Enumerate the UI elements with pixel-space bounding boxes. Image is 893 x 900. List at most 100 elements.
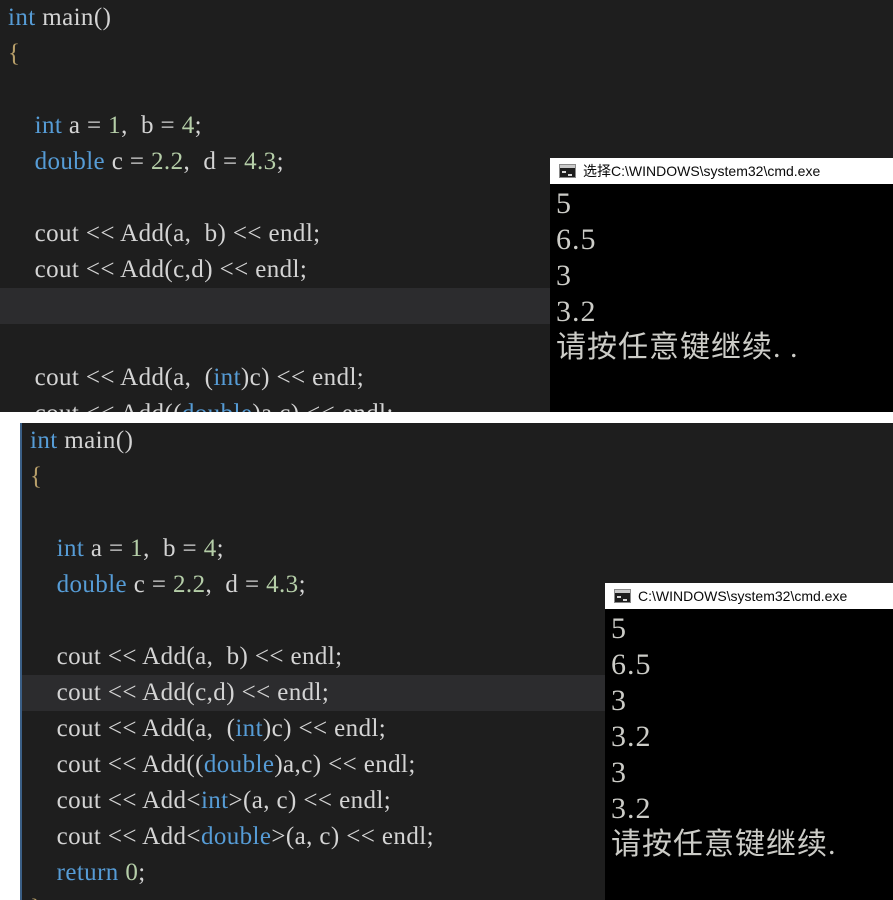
code-token-num: 1	[130, 535, 144, 562]
console-output-line: 3	[556, 259, 572, 292]
code-token-num: 0	[125, 859, 139, 886]
code-token-punc: ;	[216, 535, 224, 562]
code-token-id: , d =	[183, 148, 245, 175]
code-token-kw: int	[200, 787, 229, 814]
code-token-id: )c) << endl;	[262, 715, 387, 742]
code-token-id: cout << Add<	[56, 823, 201, 850]
cmd-icon	[614, 589, 631, 603]
code-token-punc: ;	[194, 112, 202, 139]
console-output-top: 5 6.5 3 3.2 请按任意键继续. .	[550, 184, 893, 366]
code-token-id: cout << Add(a, b) << endl;	[34, 220, 321, 247]
code-line[interactable]: int a = 1, b = 4;	[22, 531, 893, 567]
panel-separator	[0, 412, 893, 423]
code-token-id: main	[57, 427, 116, 454]
console-output-bottom: 5 6.5 3 3.2 3 3.2 请按任意键继续.	[605, 609, 893, 863]
code-token-num: 2.2	[173, 571, 206, 598]
console-output-line: 6.5	[611, 648, 652, 681]
code-token-kw: int	[8, 4, 36, 31]
code-token-id: cout << Add(c,d) << endl;	[34, 256, 308, 283]
code-token-id: )a,c) << endl;	[252, 400, 393, 412]
code-token-num: 4	[181, 112, 195, 139]
console-title-text-top: 选择C:\WINDOWS\system32\cmd.exe	[583, 163, 821, 179]
code-token-kw: int	[56, 535, 85, 562]
code-token-kw: int	[213, 364, 241, 391]
console-output-line: 3	[611, 684, 627, 717]
code-token-brace: {	[8, 40, 21, 67]
code-token-kw: double	[200, 823, 272, 850]
code-token-brace: }	[30, 895, 42, 900]
code-token-num: 4	[203, 535, 217, 562]
code-token-kw: double	[182, 400, 252, 412]
code-line[interactable]: {	[22, 459, 893, 495]
code-line[interactable]: int a = 1, b = 4;	[0, 108, 893, 144]
code-token-punc: ;	[276, 148, 284, 175]
code-token-id: cout << Add((	[35, 400, 182, 412]
code-token-id: cout << Add((	[56, 751, 204, 778]
code-token-id: cout << Add(a, b) << endl;	[56, 643, 343, 670]
console-output-line: 3.2	[611, 792, 652, 825]
console-titlebar-bottom[interactable]: C:\WINDOWS\system32\cmd.exe	[605, 583, 893, 609]
code-line[interactable]	[22, 495, 893, 531]
code-token-id: cout << Add(a, (	[34, 364, 214, 391]
code-token-id: >(a, c) << endl;	[228, 787, 392, 814]
console-titlebar-top[interactable]: 选择C:\WINDOWS\system32\cmd.exe	[550, 158, 893, 184]
code-token-kw: return	[56, 859, 119, 886]
code-token-id: )a,c) << endl;	[274, 751, 416, 778]
code-token-punc: ;	[298, 571, 306, 598]
code-line[interactable]	[0, 72, 893, 108]
code-token-id: c =	[127, 571, 174, 598]
code-line[interactable]: {	[0, 36, 893, 72]
code-token-punc: ;	[138, 859, 146, 886]
code-token-id: )c) << endl;	[240, 364, 365, 391]
code-token-num: 4.3	[266, 571, 299, 598]
code-token-num: 4.3	[244, 148, 277, 175]
console-output-line: 3.2	[556, 295, 597, 328]
code-token-id: cout << Add(a, (	[56, 715, 236, 742]
code-token-kw: int	[34, 112, 63, 139]
code-token-kw: double	[203, 751, 275, 778]
code-token-id: >(a, c) << endl;	[271, 823, 434, 850]
code-line[interactable]: int main()	[0, 0, 893, 36]
code-token-punc: ()	[115, 427, 134, 454]
console-output-line: 6.5	[556, 223, 597, 256]
code-token-punc: ()	[93, 4, 112, 31]
cmd-console-top[interactable]: 选择C:\WINDOWS\system32\cmd.exe 5 6.5 3 3.2 请按…	[550, 158, 893, 412]
code-token-id: cout << Add(c,d) << endl;	[56, 679, 330, 706]
code-token-id: a =	[62, 112, 109, 139]
code-token-num: 1	[108, 112, 122, 139]
console-output-line: 请按任意键继续. .	[556, 331, 799, 364]
code-token-num: 2.2	[151, 148, 184, 175]
console-output-line: 5	[556, 187, 572, 220]
console-output-line: 请按任意键继续.	[611, 828, 837, 861]
code-token-kw: double	[56, 571, 128, 598]
console-output-line: 3	[611, 756, 627, 789]
cmd-console-bottom[interactable]: C:\WINDOWS\system32\cmd.exe 5 6.5 3 3.2 3 3.2…	[605, 583, 893, 900]
code-token-id: , d =	[205, 571, 267, 598]
code-token-id: c =	[105, 148, 152, 175]
code-token-brace: {	[30, 463, 43, 490]
code-token-id: main	[35, 4, 94, 31]
code-token-id: , b =	[121, 112, 182, 139]
code-token-kw: int	[235, 715, 263, 742]
console-output-line: 3.2	[611, 720, 652, 753]
console-title-text-bottom: C:\WINDOWS\system32\cmd.exe	[638, 588, 848, 604]
console-output-line: 5	[611, 612, 627, 645]
code-token-id: cout << Add<	[56, 787, 201, 814]
code-line[interactable]: int main()	[22, 423, 893, 459]
code-token-kw: double	[34, 148, 106, 175]
code-token-id: a =	[84, 535, 131, 562]
